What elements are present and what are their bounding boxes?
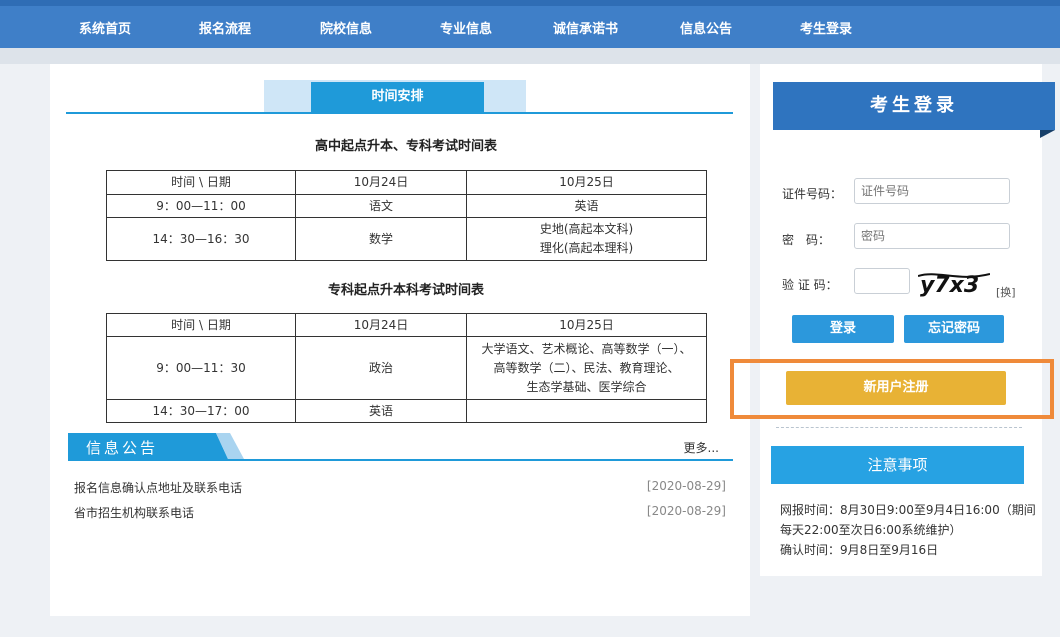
password-label: 密 码：	[782, 233, 831, 247]
table1-title: 高中起点升本、专科考试时间表	[314, 139, 497, 154]
table-cell	[466, 399, 707, 423]
notice-item-text[interactable]: 省市招生机构联系电话	[74, 506, 194, 520]
notice-list-item[interactable]: 省市招生机构联系电话 [2020-08-29]	[74, 504, 726, 521]
table-row: 14：30—17：00 英语	[106, 399, 707, 423]
table-row: 14：30—16：30 数学 史地(高起本文科) 理化(高起本理科)	[106, 217, 707, 261]
notice-list-item[interactable]: 报名信息确认点地址及联系电话 [2020-08-29]	[74, 479, 726, 496]
nav-candidate-login[interactable]: 考生登录	[800, 18, 852, 37]
table-cell: 英语	[295, 399, 467, 423]
table-cell: 语文	[295, 194, 467, 218]
notice-title: 信息公告	[86, 439, 159, 457]
table-row: 9：00—11：30 政治 大学语文、艺术概论、高等数学（一）、 高等数学（二）…	[106, 336, 707, 400]
schedule-table-2: 时间 \ 日期 10月24日 10月25日 9：00—11：30 政治 大学语文…	[106, 313, 707, 423]
notice-header: 信息公告 更多...	[68, 433, 733, 461]
notes-line: 确认时间：9月8日至9月16日	[780, 543, 939, 557]
nav-registration-process[interactable]: 报名流程	[199, 18, 251, 37]
table-cell: 9：00—11：00	[106, 194, 296, 218]
tab-schedule[interactable]: 时间安排	[311, 82, 484, 112]
tab-underline	[66, 112, 733, 114]
table-cell: 大学语文、艺术概论、高等数学（一）、 高等数学（二）、民法、教育理论、 生态学基…	[466, 336, 707, 400]
table-header-row: 时间 \ 日期 10月24日 10月25日	[106, 313, 707, 337]
nav-major-info[interactable]: 专业信息	[440, 18, 492, 37]
login-header-fold	[1040, 130, 1055, 138]
divider	[776, 427, 1022, 428]
id-number-input[interactable]	[854, 178, 1010, 204]
password-input[interactable]	[854, 223, 1010, 249]
schedule-table-1: 时间 \ 日期 10月24日 10月25日 9：00—11：00 语文 英语 1…	[106, 170, 707, 261]
captcha-input[interactable]	[854, 268, 910, 294]
table-cell: 英语	[466, 194, 707, 218]
notes-header: 注意事项	[771, 446, 1024, 484]
nav-school-info[interactable]: 院校信息	[320, 18, 372, 37]
notice-item-date: [2020-08-29]	[646, 479, 726, 493]
register-button[interactable]: 新用户注册	[786, 371, 1006, 405]
table-header-row: 时间 \ 日期 10月24日 10月25日	[106, 170, 707, 195]
nav-home[interactable]: 系统首页	[79, 18, 131, 37]
header-cell: 时间 \ 日期	[106, 313, 296, 337]
login-header: 考生登录	[773, 82, 1055, 130]
nav-announcements[interactable]: 信息公告	[680, 18, 732, 37]
notice-item-date: [2020-08-29]	[646, 504, 726, 518]
table-cell: 14：30—16：30	[106, 217, 296, 261]
sub-bar	[0, 48, 1060, 64]
header-cell: 10月25日	[466, 313, 707, 337]
notes-line: 网报时间：8月30日9:00至9月4日16:00（期间每天22:00至次日6:0…	[780, 503, 1036, 537]
header-cell: 10月24日	[295, 170, 467, 195]
nav-integrity-pledge[interactable]: 诚信承诺书	[553, 18, 618, 37]
table-cell: 史地(高起本文科) 理化(高起本理科)	[466, 217, 707, 261]
table2-title: 专科起点升本科考试时间表	[327, 283, 484, 298]
forgot-password-button[interactable]: 忘记密码	[904, 315, 1004, 343]
header-cell: 10月24日	[295, 313, 467, 337]
captcha-label: 验 证 码：	[782, 278, 838, 292]
table-cell: 9：00—11：30	[106, 336, 296, 400]
notice-more-link[interactable]: 更多...	[684, 439, 719, 456]
table-cell: 政治	[295, 336, 467, 400]
notice-item-text[interactable]: 报名信息确认点地址及联系电话	[74, 481, 242, 495]
id-number-label: 证件号码：	[782, 187, 843, 201]
table-cell: 14：30—17：00	[106, 399, 296, 423]
captcha-refresh-link[interactable]: [换]	[996, 284, 1016, 300]
table-cell: 数学	[295, 217, 467, 261]
table-row: 9：00—11：00 语文 英语	[106, 194, 707, 218]
header-cell: 10月25日	[466, 170, 707, 195]
login-button[interactable]: 登录	[792, 315, 894, 343]
captcha-image[interactable]: y7x3	[918, 268, 990, 298]
top-nav-bar: 系统首页 报名流程 院校信息 专业信息 诚信承诺书 信息公告 考生登录	[0, 0, 1060, 48]
header-cell: 时间 \ 日期	[106, 170, 296, 195]
